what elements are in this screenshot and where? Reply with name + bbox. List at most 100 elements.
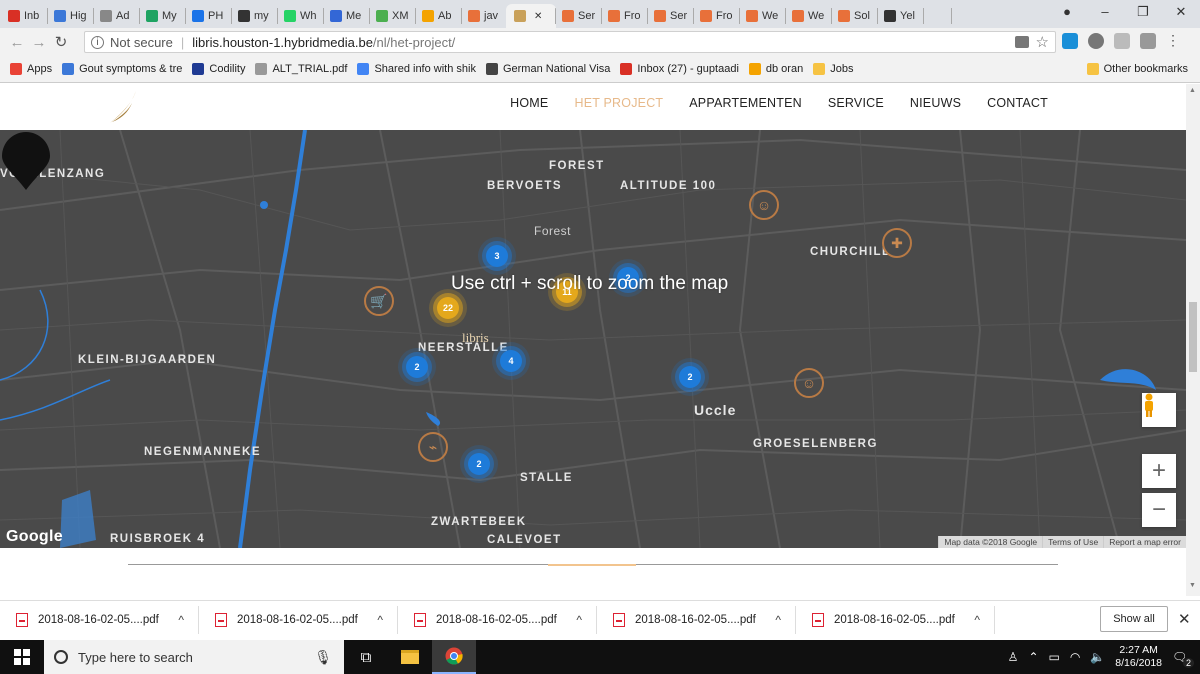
browser-tab[interactable]: Ad <box>92 4 140 28</box>
nav-link-het-project[interactable]: HET PROJECT <box>574 96 663 110</box>
browser-tab[interactable]: My <box>138 4 186 28</box>
bookmark-item[interactable]: Apps <box>10 63 52 75</box>
map-marker-cluster[interactable]: 4 <box>500 350 522 372</box>
page-scrollbar[interactable]: ▲ ▼ <box>1186 84 1200 596</box>
map-marker-cluster[interactable]: 2 <box>406 356 428 378</box>
nav-link-contact[interactable]: CONTACT <box>987 96 1048 110</box>
new-tab-button[interactable] <box>922 4 952 28</box>
minimize-icon[interactable]: – <box>1086 0 1124 26</box>
browser-tab[interactable]: Fro <box>600 4 648 28</box>
volume-icon[interactable]: 🔈 <box>1090 650 1105 664</box>
park-icon[interactable]: ⌁ <box>418 432 448 462</box>
browser-tab[interactable]: We <box>738 4 786 28</box>
address-bar[interactable]: i Not secure | libris.houston-1.hybridme… <box>84 31 1056 53</box>
browser-tab[interactable]: PH <box>184 4 232 28</box>
browser-tab[interactable]: jav <box>460 4 508 28</box>
map-marker-cluster[interactable]: 3 <box>486 245 508 267</box>
taskbar-search[interactable]: Type here to search 🎙 <box>44 640 344 674</box>
browser-tab[interactable]: Ab <box>414 4 462 28</box>
bookmark-item[interactable]: Gout symptoms & tre <box>62 63 182 75</box>
close-downloads-icon[interactable]: ✕ <box>1178 610 1191 628</box>
browser-tab[interactable]: Inb <box>0 4 48 28</box>
clock[interactable]: 2:27 AM 8/16/2018 <box>1115 644 1162 670</box>
bookmark-star-icon[interactable]: ☆ <box>1036 33 1049 51</box>
browser-tab[interactable]: Fro <box>692 4 740 28</box>
bookmark-item[interactable]: Jobs <box>813 63 853 75</box>
download-item[interactable]: 2018-08-16-02-05....pdf ^ <box>199 605 398 634</box>
back-icon[interactable]: ← <box>6 34 28 51</box>
restore-icon[interactable]: ❐ <box>1124 0 1162 26</box>
zoom-in-button[interactable]: + <box>1142 454 1176 488</box>
street-view-pegman-icon[interactable] <box>1142 393 1176 427</box>
chevron-up-icon[interactable]: ^ <box>178 613 184 627</box>
map-marker-cluster[interactable]: 22 <box>437 297 459 319</box>
browser-tab[interactable]: Me <box>322 4 370 28</box>
nav-link-service[interactable]: SERVICE <box>828 96 884 110</box>
bookmark-item[interactable]: db oran <box>748 63 803 75</box>
wordpress-icon[interactable] <box>1088 33 1104 49</box>
info-icon[interactable]: i <box>91 35 104 49</box>
task-view-icon[interactable]: ⧉ <box>344 640 388 674</box>
browser-tab[interactable]: Ser <box>646 4 694 28</box>
browser-tab[interactable]: my <box>230 4 278 28</box>
bookmark-item[interactable]: German National Visa <box>485 63 610 75</box>
wifi-icon[interactable]: ◠ <box>1070 650 1080 664</box>
chevron-up-icon[interactable]: ^ <box>974 613 980 627</box>
map-marker-cluster[interactable]: 2 <box>679 366 701 388</box>
scroll-up-icon[interactable]: ▲ <box>1189 87 1196 94</box>
menu-icon[interactable]: ⋮ <box>1166 33 1180 49</box>
zoom-out-button[interactable]: − <box>1142 493 1176 527</box>
nav-link-home[interactable]: HOME <box>510 96 548 110</box>
windows-start-icon[interactable] <box>0 649 44 665</box>
chevron-up-icon[interactable]: ^ <box>775 613 781 627</box>
browser-tab[interactable]: Ser <box>554 4 602 28</box>
people-icon[interactable]: ♙ <box>1008 650 1019 664</box>
download-item[interactable]: 2018-08-16-02-05....pdf ^ <box>796 605 995 634</box>
extension-icon[interactable] <box>1114 33 1130 49</box>
forward-icon[interactable]: → <box>28 34 50 51</box>
battery-icon[interactable]: ▭ <box>1049 650 1060 664</box>
hospital-icon[interactable]: ✚ <box>882 228 912 258</box>
bookmark-item[interactable]: Shared info with shik <box>357 63 476 75</box>
bookmark-item[interactable]: Inbox (27) - guptaadi <box>620 63 739 75</box>
shopping-cart-icon[interactable]: 🛒 <box>364 286 394 316</box>
bookmark-item[interactable]: ALT_TRIAL.pdf <box>255 63 347 75</box>
download-item[interactable]: 2018-08-16-02-05....pdf ^ <box>0 605 199 634</box>
map-marker-cluster[interactable]: 2 <box>468 453 490 475</box>
download-item[interactable]: 2018-08-16-02-05....pdf ^ <box>398 605 597 634</box>
libris-map-pin-icon[interactable] <box>0 130 52 192</box>
extension-icon[interactable] <box>1140 33 1156 49</box>
terms-link[interactable]: Terms of Use <box>1042 536 1103 548</box>
close-window-icon[interactable]: ✕ <box>1162 0 1200 26</box>
file-explorer-icon[interactable] <box>388 640 432 674</box>
download-item[interactable]: 2018-08-16-02-05....pdf ^ <box>597 605 796 634</box>
close-tab-icon[interactable]: ✕ <box>534 11 542 22</box>
scroll-down-icon[interactable]: ▼ <box>1189 582 1196 589</box>
libris-logo[interactable] <box>108 89 140 125</box>
other-bookmarks[interactable]: Other bookmarks <box>1086 63 1188 75</box>
show-all-button[interactable]: Show all <box>1100 606 1168 632</box>
map[interactable]: VOGELENZANG BERVOETS ALTITUDE 100 FOREST For… <box>0 130 1186 548</box>
microphone-icon[interactable]: 🎙 <box>314 649 332 666</box>
browser-tab[interactable]: Sol <box>830 4 878 28</box>
tray-expand-icon[interactable]: ⌃ <box>1028 650 1038 664</box>
extension-icon[interactable] <box>1062 33 1078 49</box>
report-error-link[interactable]: Report a map error <box>1103 536 1186 548</box>
chrome-icon[interactable] <box>432 640 476 674</box>
browser-tab[interactable]: Hig <box>46 4 94 28</box>
chevron-up-icon[interactable]: ^ <box>377 613 383 627</box>
theatre-icon[interactable]: ☺ <box>794 368 824 398</box>
browser-tab[interactable]: XM <box>368 4 416 28</box>
bookmark-item[interactable]: Codility <box>192 63 245 75</box>
chevron-up-icon[interactable]: ^ <box>576 613 582 627</box>
profile-icon[interactable]: ● <box>1048 0 1086 26</box>
reload-icon[interactable]: ↻ <box>50 33 72 51</box>
theatre-icon[interactable]: ☺ <box>749 190 779 220</box>
translate-icon[interactable] <box>1015 36 1029 48</box>
nav-link-nieuws[interactable]: NIEUWS <box>910 96 961 110</box>
browser-tab[interactable]: ✕ <box>506 4 556 28</box>
scrollbar-thumb[interactable] <box>1189 302 1197 372</box>
browser-tab[interactable]: Yel <box>876 4 924 28</box>
browser-tab[interactable]: We <box>784 4 832 28</box>
action-center-icon[interactable]: 🗨 2 <box>1172 650 1194 668</box>
